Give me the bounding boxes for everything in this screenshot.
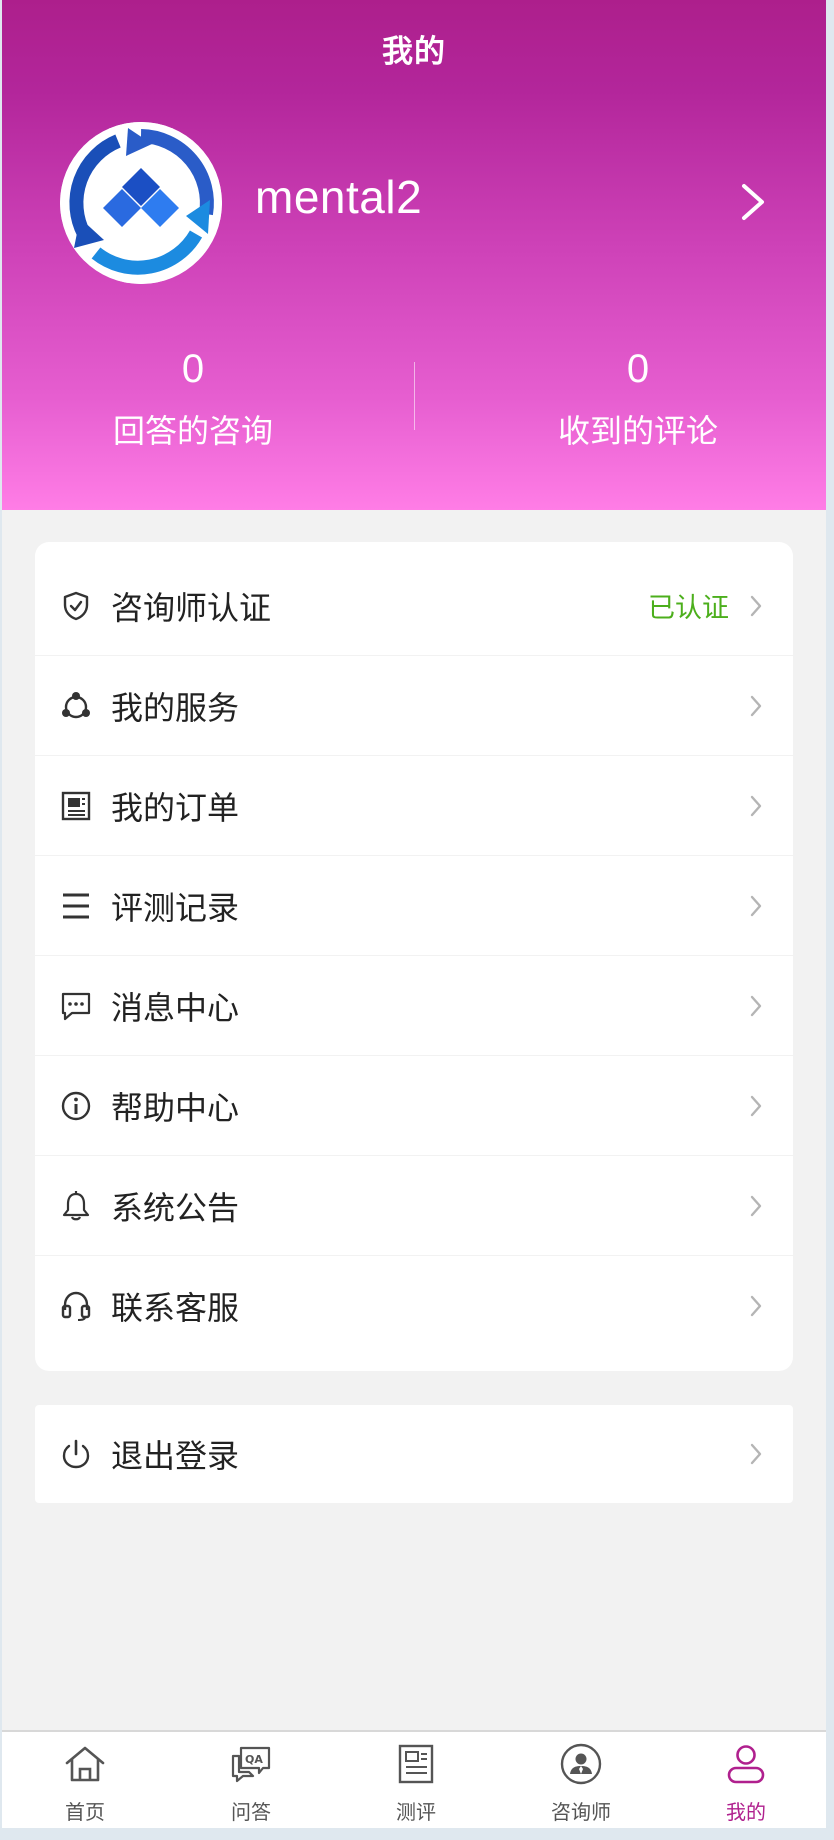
stat-answered-consultations[interactable]: 0 回答的咨询 [43, 344, 343, 452]
tab-label: 首页 [65, 1800, 105, 1824]
tab-label: 我的 [726, 1800, 766, 1824]
chevron-right-icon [749, 594, 763, 618]
menu-item-system-announcements[interactable]: 系统公告 [35, 1156, 793, 1256]
home-icon [63, 1742, 107, 1786]
chevron-right-icon [749, 994, 763, 1018]
logout-button[interactable]: 退出登录 [35, 1405, 793, 1503]
counselor-icon [559, 1742, 603, 1786]
info-circle-icon [60, 1090, 92, 1122]
menu-item-my-services[interactable]: 我的服务 [35, 656, 793, 756]
share-circle-icon [60, 690, 92, 722]
menu-item-label: 系统公告 [111, 1188, 240, 1227]
menu-item-assessment-records[interactable]: 评测记录 [35, 856, 793, 956]
document-icon [394, 1742, 438, 1786]
stat-value: 0 [626, 347, 650, 391]
svg-text:QA: QA [245, 1753, 263, 1766]
menu-item-label: 帮助中心 [111, 1088, 240, 1127]
chevron-right-icon [749, 1094, 763, 1118]
qa-chat-icon: QA [229, 1742, 273, 1786]
username[interactable]: mental2 [255, 170, 422, 224]
headset-icon [60, 1290, 92, 1322]
shield-check-icon [60, 590, 92, 622]
menu-item-help-center[interactable]: 帮助中心 [35, 1056, 793, 1156]
logout-label: 退出登录 [111, 1437, 240, 1475]
chevron-right-icon [749, 894, 763, 918]
bottom-tab-bar: 首页 QA 问答 测评 咨询师 我的 [2, 1730, 826, 1828]
menu-item-label: 联系客服 [111, 1289, 240, 1327]
chat-bubble-icon [60, 990, 92, 1022]
user-icon [724, 1742, 768, 1786]
logout-row[interactable]: 退出登录 [35, 1405, 793, 1503]
tab-assessment[interactable]: 测评 [356, 1732, 476, 1828]
page-title: 我的 [382, 34, 446, 70]
stat-divider [414, 362, 415, 430]
chevron-right-icon[interactable] [738, 182, 768, 222]
avatar[interactable] [60, 122, 222, 284]
chevron-right-icon [749, 1194, 763, 1218]
chevron-right-icon [749, 1294, 763, 1318]
tab-qa[interactable]: QA 问答 [191, 1732, 311, 1828]
menu-item-label: 我的服务 [111, 688, 240, 727]
menu-item-my-orders[interactable]: 我的订单 [35, 756, 793, 856]
bell-icon [60, 1190, 92, 1222]
tab-label: 咨询师 [551, 1800, 611, 1824]
tab-label: 问答 [231, 1800, 271, 1824]
tab-home[interactable]: 首页 [25, 1732, 145, 1828]
menu-item-label: 我的订单 [111, 788, 240, 827]
stat-received-comments[interactable]: 0 收到的评论 [488, 344, 788, 452]
menu-item-label: 评测记录 [111, 888, 240, 927]
chevron-right-icon [749, 794, 763, 818]
newspaper-icon [60, 790, 92, 822]
stat-label: 收到的评论 [557, 412, 718, 450]
app-screen: 我的 mental2 0 回答的咨询 0 收到的评论 咨询师认证 已认证 我的服… [2, 0, 826, 1828]
profile-header: 我的 mental2 0 回答的咨询 0 收到的评论 [2, 0, 826, 510]
list-icon [60, 890, 92, 922]
tab-mine[interactable]: 我的 [686, 1732, 806, 1828]
menu-card: 咨询师认证 已认证 我的服务 我的订单 评测记录 消息中心 帮助中心 系统公告 … [35, 542, 793, 1371]
menu-item-label: 咨询师认证 [111, 588, 272, 627]
menu-item-counselor-certification[interactable]: 咨询师认证 已认证 [35, 556, 793, 656]
power-icon [60, 1438, 92, 1470]
stat-label: 回答的咨询 [112, 412, 273, 450]
menu-item-message-center[interactable]: 消息中心 [35, 956, 793, 1056]
tab-counselor[interactable]: 咨询师 [521, 1732, 641, 1828]
chevron-right-icon [749, 1442, 763, 1466]
menu-item-contact-support[interactable]: 联系客服 [35, 1256, 793, 1356]
verified-status-badge: 已认证 [648, 593, 729, 624]
chevron-right-icon [749, 694, 763, 718]
menu-item-label: 消息中心 [111, 988, 240, 1027]
stat-value: 0 [181, 347, 205, 391]
tab-label: 测评 [396, 1800, 436, 1824]
